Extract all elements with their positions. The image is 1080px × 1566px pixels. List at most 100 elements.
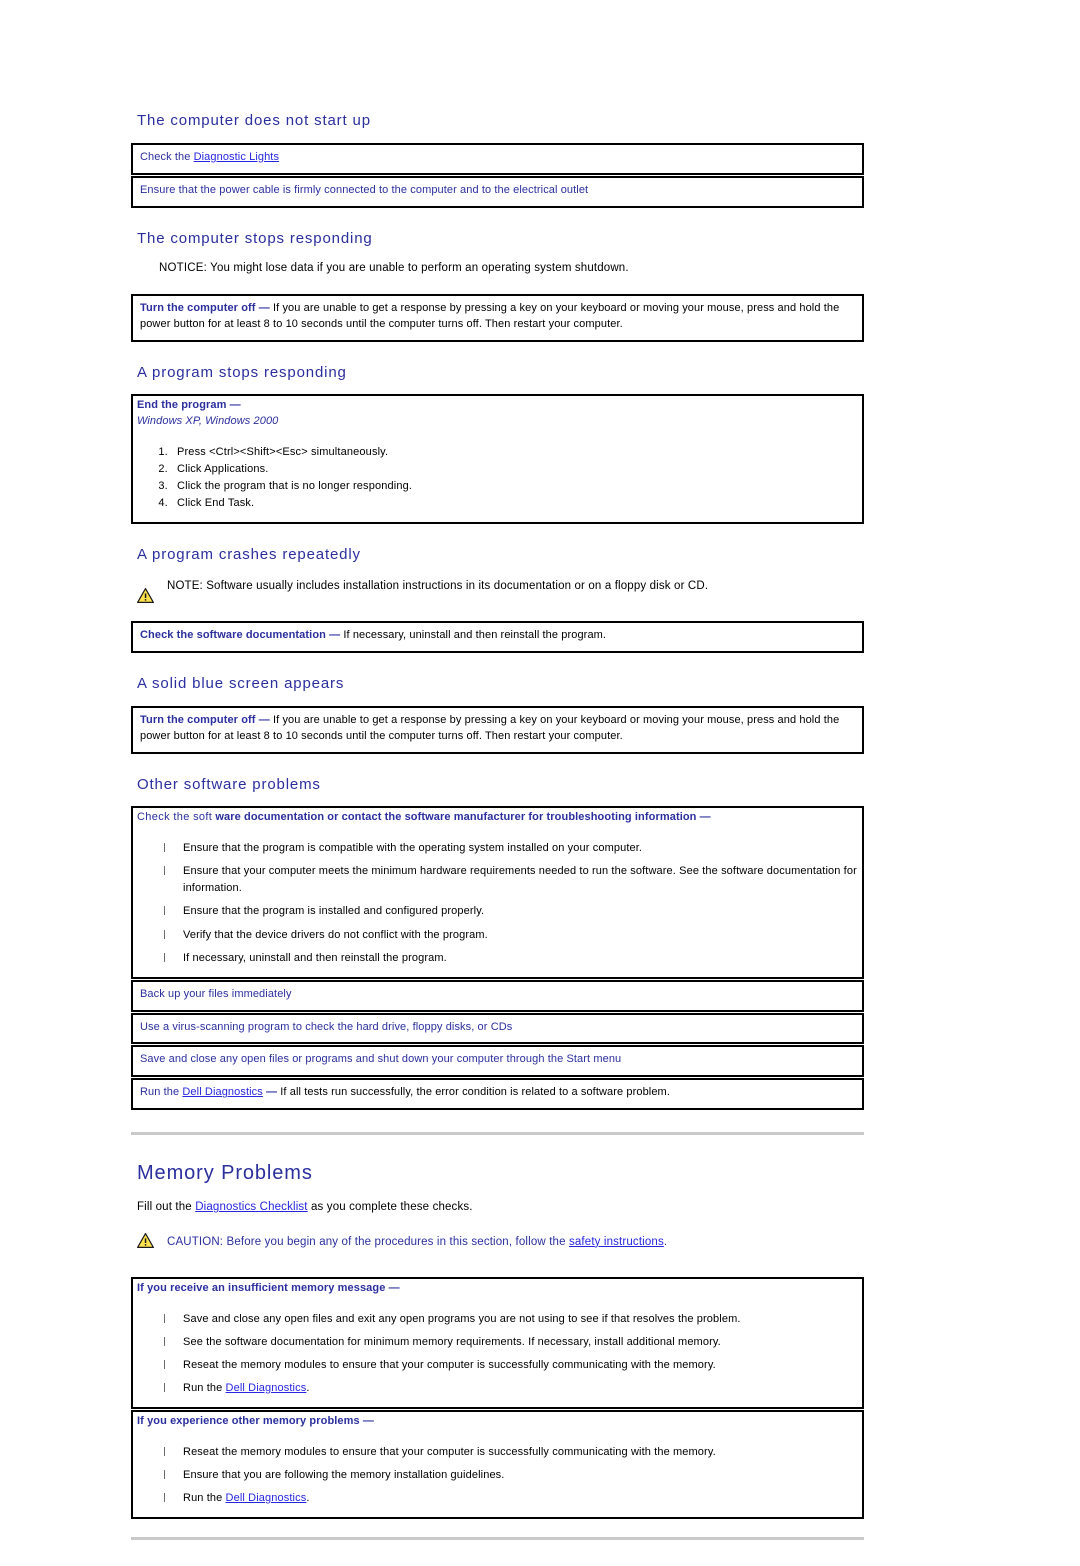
row-lead: End the program — [137, 399, 227, 412]
list-item: Click End Task. — [171, 495, 858, 512]
caution-end: . — [663, 1235, 668, 1248]
table-row: Turn the computer off — If you are unabl… — [131, 705, 864, 754]
em-dash: — — [329, 629, 341, 642]
row-prefix: Run the — [140, 1086, 183, 1099]
row-text: Ensure that the power cable is firmly co… — [140, 183, 589, 196]
table-row: End the program — Windows XP, Windows 20… — [131, 394, 864, 525]
caution-block: CAUTION: Before you begin any of the pro… — [131, 1232, 864, 1263]
row-body: If all tests run successfully, the error… — [280, 1086, 670, 1099]
page-title-program-crashes: A program crashes repeatedly — [137, 546, 361, 564]
list-item: Ensure that the program is compatible wi… — [161, 840, 858, 857]
notice-block: NOTICE: You might lose data if you are u… — [159, 260, 864, 277]
row-lead: If you receive an insufficient memory me… — [137, 1281, 386, 1294]
table-row: Back up your files immediately — [131, 979, 864, 1012]
step-list: Press <Ctrl><Shift><Esc> simultaneously.… — [137, 444, 858, 512]
row-text: Check the software documentation — If ne… — [140, 626, 855, 647]
link-dell-diagnostics[interactable]: Dell Diagnostics — [182, 1086, 262, 1098]
blue-screen-box-group: Turn the computer off — If you are unabl… — [131, 705, 864, 754]
bullet-suffix: . — [306, 1491, 310, 1504]
row-text: Run the Dell Diagnostics — If all tests … — [140, 1083, 855, 1104]
row-lead: Turn the computer off — [140, 713, 256, 726]
row-text: Back up your files immediately — [140, 987, 292, 1000]
program-crashes-box-group: Check the software documentation — If ne… — [131, 621, 864, 653]
table-row: Use a virus-scanning program to check th… — [131, 1012, 864, 1045]
bullet-suffix: . — [306, 1381, 310, 1394]
page-title-blue-screen: A solid blue screen appears — [137, 675, 345, 692]
em-dash: — — [258, 301, 270, 314]
em-dash: — — [229, 399, 241, 412]
page-title-no-start: The computer does not start up — [137, 112, 371, 129]
row-lead-wrap: Check the soft ware documentation or con… — [137, 810, 858, 826]
no-start-box-group: Check the Diagnostic Lights Ensure that … — [131, 142, 864, 208]
section-computer-stops-responding: The computer stops responding NOTICE: Yo… — [131, 230, 864, 342]
caution-body: Before you begin any of the procedures i… — [223, 1235, 569, 1248]
link-dell-diagnostics[interactable]: Dell Diagnostics — [226, 1382, 307, 1394]
em-dash: — — [699, 811, 711, 824]
section-program-stops-responding: A program stops responding End the progr… — [131, 364, 864, 525]
list-item: Reseat the memory modules to ensure that… — [161, 1444, 858, 1461]
em-dash: — — [362, 1414, 375, 1427]
row-lead-regular: Check the soft — [137, 811, 213, 824]
note-body: Software usually includes installation i… — [202, 580, 709, 593]
row-text: Use a virus-scanning program to check th… — [140, 1020, 513, 1033]
em-dash: — — [266, 1086, 278, 1099]
list-item: Press <Ctrl><Shift><Esc> simultaneously. — [171, 444, 858, 461]
list-item: Save and close any open files and exit a… — [161, 1311, 858, 1328]
list-item: Run the Dell Diagnostics. — [161, 1380, 858, 1397]
page-title-memory-problems: Memory Problems — [137, 1162, 313, 1185]
page-title-stops-responding: The computer stops responding — [137, 229, 373, 247]
notice-text: You might lose data if you are unable to… — [207, 262, 629, 275]
warning-triangle-icon — [137, 588, 154, 604]
page-bottom-divider — [131, 1536, 864, 1540]
row-lead: If you experience other memory problems — [137, 1414, 360, 1427]
section-computer-does-not-start-up: The computer does not start up Check the… — [131, 112, 864, 208]
section-program-crashes-repeatedly: A program crashes repeatedly NOTE: Softw… — [131, 546, 864, 653]
table-row: Ensure that the power cable is firmly co… — [131, 175, 864, 208]
document-content: The computer does not start up Check the… — [131, 112, 864, 1540]
list-item: Click Applications. — [171, 461, 858, 478]
section-solid-blue-screen: A solid blue screen appears Turn the com… — [131, 675, 864, 754]
list-item: Verify that the device drivers do not co… — [161, 927, 858, 944]
note-text: NOTE: Software usually includes installa… — [167, 577, 864, 595]
other-software-box-group: Check the soft ware documentation or con… — [131, 806, 864, 1111]
bullet-prefix: Run the — [183, 1381, 226, 1394]
em-dash: — — [388, 1281, 400, 1294]
os-version-line: Windows XP, Windows 2000 — [137, 415, 279, 428]
row-lead-wrap: End the program — — [137, 398, 858, 414]
note-label: NOTE: — [167, 580, 203, 593]
row-body: If necessary, uninstall and then reinsta… — [343, 629, 607, 642]
section-divider — [131, 1132, 864, 1136]
notice-label: NOTICE: — [159, 262, 208, 275]
table-row: Check the Diagnostic Lights — [131, 142, 864, 175]
table-row: Check the software documentation — If ne… — [131, 621, 864, 653]
row-prefix: Check the — [140, 150, 194, 163]
link-diagnostic-lights[interactable]: Diagnostic Lights — [194, 151, 279, 163]
program-stops-box-group: End the program — Windows XP, Windows 20… — [131, 394, 864, 525]
caution-text: CAUTION: Before you begin any of the pro… — [167, 1233, 864, 1251]
intro-prefix: Fill out the — [137, 1201, 196, 1214]
row-text: Turn the computer off — If you are unabl… — [140, 299, 855, 336]
bullet-prefix: Run the — [183, 1491, 226, 1504]
list-item: See the software documentation for minim… — [161, 1334, 858, 1351]
link-diagnostics-checklist[interactable]: Diagnostics Checklist — [195, 1201, 307, 1213]
stops-responding-box-group: Turn the computer off — If you are unabl… — [131, 293, 864, 342]
row-lead-wrap: If you experience other memory problems … — [137, 1414, 858, 1430]
table-row: Check the soft ware documentation or con… — [131, 806, 864, 979]
list-item: Run the Dell Diagnostics. — [161, 1490, 858, 1507]
bullet-list: Ensure that the program is compatible wi… — [137, 840, 858, 966]
bullet-list: Reseat the memory modules to ensure that… — [137, 1444, 858, 1507]
row-text: Save and close any open files or program… — [140, 1053, 622, 1066]
caution-label: CAUTION: — [167, 1235, 224, 1248]
table-row: Save and close any open files or program… — [131, 1045, 864, 1078]
list-item: Ensure that you are following the memory… — [161, 1467, 858, 1484]
table-row: If you receive an insufficient memory me… — [131, 1276, 864, 1409]
em-dash: — — [258, 713, 270, 726]
section-memory-problems: Memory Problems Fill out the Diagnostics… — [131, 1161, 864, 1519]
memory-intro-text: Fill out the Diagnostics Checklist as yo… — [137, 1199, 864, 1216]
table-row: Turn the computer off — If you are unabl… — [131, 293, 864, 342]
link-dell-diagnostics[interactable]: Dell Diagnostics — [226, 1492, 307, 1504]
row-lead: Check the software documentation — [140, 629, 326, 642]
link-safety-instructions[interactable]: safety instructions — [569, 1236, 664, 1248]
list-item: Ensure that your computer meets the mini… — [161, 863, 858, 897]
table-row: Run the Dell Diagnostics — If all tests … — [131, 1078, 864, 1111]
